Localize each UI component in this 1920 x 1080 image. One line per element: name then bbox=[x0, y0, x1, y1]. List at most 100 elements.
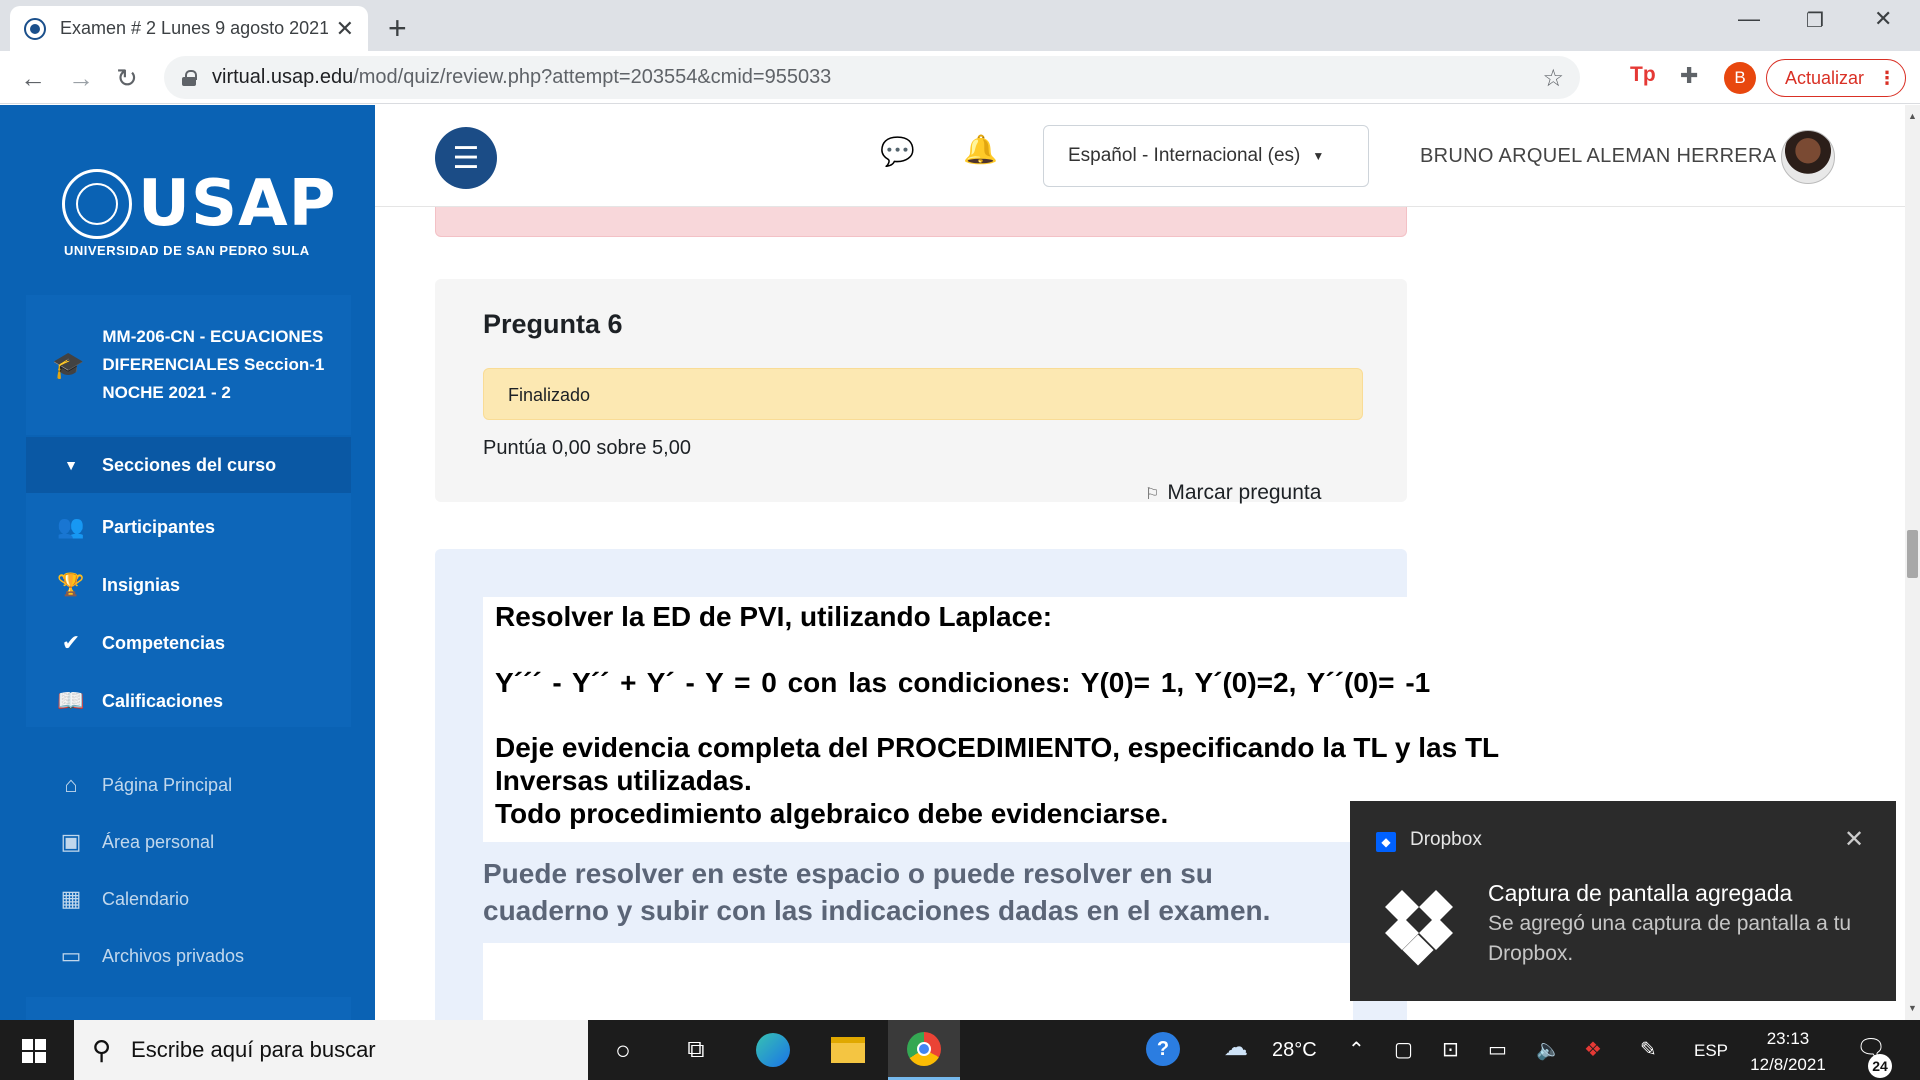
notifications-bell-icon[interactable]: 🔔 bbox=[963, 133, 998, 166]
nav-grades[interactable]: 📖 Calificaciones bbox=[26, 673, 351, 729]
requirement-line: Todo procedimiento algebraico debe evide… bbox=[495, 798, 1169, 829]
weather-cloud-icon[interactable]: ☁ bbox=[1224, 1033, 1248, 1062]
meet-now-icon[interactable]: ▢ bbox=[1394, 1037, 1413, 1062]
reload-icon[interactable]: ↻ bbox=[116, 63, 138, 94]
answer-area[interactable] bbox=[483, 943, 1353, 1023]
dropbox-tray-icon[interactable]: ❖ bbox=[1584, 1037, 1602, 1062]
check-icon: ✔ bbox=[61, 630, 81, 655]
course-link[interactable]: 🎓 MM-206-CN - ECUACIONES DIFERENCIALES S… bbox=[26, 295, 351, 435]
notification-count-badge: 24 bbox=[1868, 1054, 1892, 1078]
notification-body: Se agregó una captura de pantalla a tu D… bbox=[1488, 912, 1852, 965]
question-info-panel: Pregunta 6 Finalizado Puntúa 0,00 sobre … bbox=[435, 279, 1407, 505]
users-icon: 👥 bbox=[57, 514, 85, 539]
bookmark-star-icon[interactable]: ☆ bbox=[1542, 64, 1564, 93]
question-state-badge: Finalizado bbox=[483, 368, 1363, 420]
restore-icon[interactable]: ❐ bbox=[1806, 8, 1824, 33]
network-icon[interactable]: ⊡ bbox=[1442, 1037, 1459, 1062]
input-language[interactable]: ESP bbox=[1694, 1041, 1728, 1061]
dropbox-notification[interactable]: ◆ Dropbox ✕ Captura de pantalla agregada… bbox=[1350, 801, 1896, 1001]
user-name[interactable]: BRUNO ARQUEL ALEMAN HERRERA bbox=[1420, 145, 1776, 168]
cortana-icon[interactable]: ○ bbox=[602, 1020, 644, 1080]
profile-avatar[interactable]: B bbox=[1724, 62, 1756, 94]
home-icon: ⌂ bbox=[64, 772, 78, 797]
nav-badges[interactable]: 🏆 Insignias bbox=[26, 557, 351, 613]
usap-logo[interactable]: USAP bbox=[62, 167, 337, 241]
page-header: ☰ 💬 🔔 Español - Internacional (es) ▼ BRU… bbox=[375, 105, 1905, 207]
tab-title: Examen # 2 Lunes 9 agosto 2021 bbox=[60, 18, 328, 38]
nav-dashboard[interactable]: ▣ Área personal bbox=[26, 814, 351, 870]
battery-icon[interactable]: ▭ bbox=[1488, 1037, 1507, 1062]
nav-course-sections[interactable]: ▼ Secciones del curso bbox=[26, 437, 351, 493]
nav-label: Calificaciones bbox=[102, 690, 224, 711]
help-icon[interactable]: ? bbox=[1146, 1032, 1180, 1066]
previous-question-feedback bbox=[435, 207, 1407, 237]
edge-icon[interactable] bbox=[745, 1020, 801, 1080]
flag-icon: ⚐ bbox=[1145, 486, 1160, 503]
drawer-toggle-button[interactable]: ☰ bbox=[435, 127, 497, 189]
windows-start-icon[interactable] bbox=[22, 1039, 46, 1063]
close-window-icon[interactable]: ✕ bbox=[1874, 6, 1892, 32]
nav-label: Página Principal bbox=[102, 774, 233, 795]
system-clock[interactable]: 23:13 12/8/2021 bbox=[1738, 1026, 1838, 1078]
address-bar[interactable]: virtual.usap.edu/mod/quiz/review.php?att… bbox=[164, 56, 1580, 99]
back-icon[interactable]: ← bbox=[20, 63, 46, 94]
forward-icon[interactable]: → bbox=[68, 63, 94, 94]
logo-subtitle: UNIVERSIDAD DE SAN PEDRO SULA bbox=[64, 243, 310, 258]
extensions-puzzle-icon[interactable]: ✚ bbox=[1680, 63, 1698, 89]
scroll-up-icon[interactable]: ▲ bbox=[1908, 111, 1917, 121]
notification-heading: Captura de pantalla agregada bbox=[1488, 880, 1793, 906]
trophy-icon: 🏆 bbox=[57, 572, 85, 597]
more-menu-icon[interactable]: ⋮ bbox=[1878, 68, 1896, 89]
nav-label: Calendario bbox=[102, 888, 190, 909]
file-explorer-icon[interactable] bbox=[820, 1020, 876, 1080]
nav-label: Secciones del curso bbox=[102, 454, 277, 475]
scrollbar-thumb[interactable] bbox=[1907, 530, 1918, 578]
search-placeholder: Escribe aquí para buscar bbox=[131, 1037, 376, 1062]
university-seal-icon bbox=[62, 169, 132, 239]
nav-competencies[interactable]: ✔ Competencias bbox=[26, 615, 351, 671]
windows-taskbar: ⚲ Escribe aquí para buscar ○ ⧉ ? ☁ 28°C … bbox=[0, 1020, 1920, 1080]
browser-tab[interactable]: Examen # 2 Lunes 9 agosto 2021 ✕ bbox=[10, 6, 368, 51]
question-equation: Y´´´ - Y´´ + Y´ - Y = 0 con las condicio… bbox=[495, 667, 1431, 698]
graduation-cap-icon: 🎓 bbox=[52, 349, 85, 380]
update-browser-button[interactable]: Actualizar ⋮ bbox=[1766, 59, 1906, 97]
weather-temperature[interactable]: 28°C bbox=[1272, 1039, 1317, 1062]
nav-private-files[interactable]: ▭ Archivos privados bbox=[26, 928, 351, 984]
user-avatar[interactable] bbox=[1781, 130, 1835, 184]
lock-icon bbox=[182, 69, 197, 86]
minimize-icon[interactable]: — bbox=[1738, 6, 1760, 32]
chrome-icon[interactable] bbox=[888, 1020, 960, 1080]
messages-icon[interactable]: 💬 bbox=[880, 135, 915, 168]
requirement-line: Deje evidencia completa del PROCEDIMIENT… bbox=[495, 732, 1500, 763]
calendar-icon: ▦ bbox=[60, 886, 82, 911]
new-tab-button[interactable]: + bbox=[388, 10, 407, 47]
close-notification-icon[interactable]: ✕ bbox=[1844, 825, 1864, 854]
task-view-icon[interactable]: ⧉ bbox=[672, 1020, 720, 1080]
close-tab-icon[interactable]: ✕ bbox=[336, 16, 354, 42]
flag-question-link[interactable]: ⚐ Marcar pregunta bbox=[1145, 481, 1321, 505]
nav-participants[interactable]: 👥 Participantes bbox=[26, 499, 351, 555]
search-icon: ⚲ bbox=[92, 1034, 112, 1065]
nav-label: Competencias bbox=[102, 632, 226, 653]
nav-home[interactable]: ⌂ Página Principal bbox=[26, 757, 351, 813]
page-scrollbar[interactable]: ▲ ▼ bbox=[1905, 105, 1920, 1020]
taskbar-search-box[interactable]: ⚲ Escribe aquí para buscar bbox=[74, 1020, 588, 1080]
course-name: MM-206-CN - ECUACIONES DIFERENCIALES Sec… bbox=[102, 327, 325, 402]
scroll-down-icon[interactable]: ▼ bbox=[1908, 1003, 1917, 1013]
pen-icon[interactable]: ✎ bbox=[1640, 1037, 1657, 1062]
nav-calendar[interactable]: ▦ Calendario bbox=[26, 871, 351, 927]
dropbox-logo-icon bbox=[1385, 890, 1453, 966]
browser-toolbar: ← → ↻ virtual.usap.edu/mod/quiz/review.p… bbox=[0, 51, 1920, 104]
language-selector[interactable]: Español - Internacional (es) ▼ bbox=[1043, 125, 1369, 187]
volume-icon[interactable]: 🔈 bbox=[1536, 1037, 1561, 1062]
question-note: Puede resolver en este espacio o puede r… bbox=[483, 858, 1271, 926]
tp-extension-icon[interactable]: Tp bbox=[1630, 63, 1656, 87]
question-content-panel: Resolver la ED de PVI, utilizando Laplac… bbox=[435, 549, 1543, 1023]
flag-label: Marcar pregunta bbox=[1167, 481, 1322, 504]
course-nav: ▼ Secciones del curso 👥 Participantes 🏆 … bbox=[26, 437, 351, 727]
nav-label: Participantes bbox=[102, 516, 216, 537]
nav-label: Archivos privados bbox=[102, 945, 245, 966]
show-hidden-icons-icon[interactable]: ⌃ bbox=[1348, 1037, 1365, 1062]
browser-tab-bar: Examen # 2 Lunes 9 agosto 2021 ✕ + — ❐ ✕ bbox=[0, 0, 1920, 51]
notification-app-name: Dropbox bbox=[1410, 829, 1482, 850]
